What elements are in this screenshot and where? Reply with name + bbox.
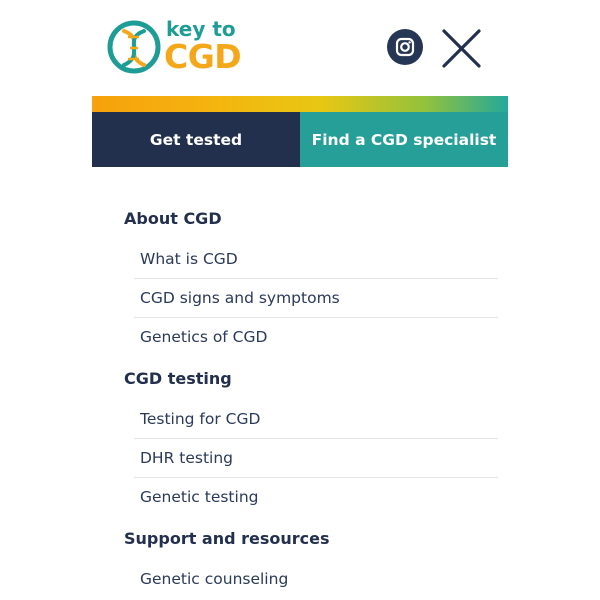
- get-tested-button[interactable]: Get tested: [92, 112, 300, 167]
- close-icon: [442, 29, 481, 68]
- instagram-icon: [395, 37, 415, 57]
- section-title-support-resources[interactable]: Support and resources: [92, 517, 508, 559]
- header: key to CGD: [92, 0, 508, 96]
- site-logo[interactable]: key to CGD: [106, 17, 246, 77]
- instagram-button[interactable]: [387, 29, 423, 65]
- cta-row: Get tested Find a CGD specialist: [92, 112, 508, 167]
- mobile-menu: key to CGD Get tested Find a CGD special…: [92, 0, 508, 600]
- nav-item-what-is-cgd[interactable]: What is CGD: [134, 239, 498, 278]
- nav-item-genetic-testing[interactable]: Genetic testing: [134, 477, 498, 516]
- menu-section-about: About CGD What is CGD CGD signs and symp…: [92, 197, 508, 356]
- nav-item-dhr-testing[interactable]: DHR testing: [134, 438, 498, 477]
- find-specialist-button[interactable]: Find a CGD specialist: [300, 112, 508, 167]
- nav-item-genetic-counseling[interactable]: Genetic counseling: [134, 559, 498, 598]
- brand-gradient-bar: [92, 96, 508, 112]
- nav-item-signs-symptoms[interactable]: CGD signs and symptoms: [134, 278, 498, 317]
- dna-logo-icon: [107, 20, 161, 74]
- nav-item-testing-for-cgd[interactable]: Testing for CGD: [134, 399, 498, 438]
- section-title-about-cgd[interactable]: About CGD: [92, 197, 508, 239]
- nav-item-genetics-of-cgd[interactable]: Genetics of CGD: [134, 317, 498, 356]
- close-menu-button[interactable]: [440, 26, 484, 70]
- menu-nav: About CGD What is CGD CGD signs and symp…: [92, 197, 508, 598]
- logo-wordmark: CGD: [164, 37, 242, 76]
- section-title-cgd-testing[interactable]: CGD testing: [92, 357, 508, 399]
- menu-section-testing: CGD testing Testing for CGD DHR testing …: [92, 357, 508, 516]
- menu-section-support: Support and resources Genetic counseling: [92, 517, 508, 598]
